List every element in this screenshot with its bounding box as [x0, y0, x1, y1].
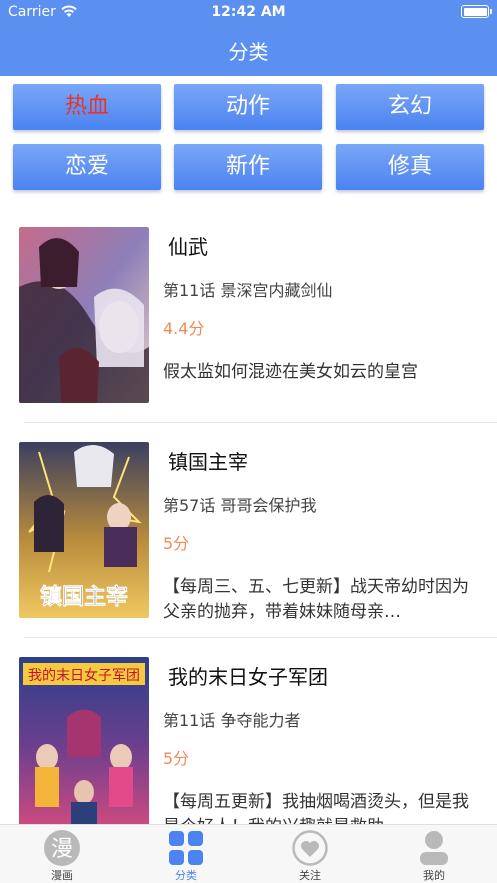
status-time: 12:42 AM: [211, 4, 286, 20]
comic-cover-image[interactable]: [19, 227, 149, 403]
list-divider: [24, 422, 497, 423]
tab-wode[interactable]: 我的: [372, 825, 496, 883]
comic-list-item[interactable]: 镇国主宰 镇国主宰 第57话 哥哥会保护我 5分 【每周三、五、七更新】战天帝幼…: [0, 442, 497, 658]
battery-icon: [461, 5, 492, 18]
tab-fenlei[interactable]: 分类: [124, 825, 248, 883]
category-button-xiuzhen[interactable]: 修真: [336, 144, 484, 190]
comic-list-item[interactable]: 仙武 第11话 景深宫内藏剑仙 4.4分 假太监如何混迹在美女如云的皇宫: [0, 227, 497, 443]
tab-bar: 漫 漫画 分类 关注 我的: [0, 824, 497, 883]
nav-header: Carrier 12:42 AM 分类: [0, 0, 497, 76]
list-divider: [24, 637, 497, 638]
category-button-xinzuo[interactable]: 新作: [174, 144, 322, 190]
comic-title: 镇国主宰: [168, 450, 248, 474]
comic-chapter: 第57话 哥哥会保护我: [163, 496, 317, 515]
heart-icon: [292, 830, 328, 866]
comic-description: 【每周三、五、七更新】战天帝幼时因为父亲的抛弃，带着妹妹随母亲…: [163, 577, 469, 622]
manhua-badge-icon: 漫: [44, 830, 80, 866]
tab-label: 关注: [299, 869, 321, 882]
comic-score: 4.4分: [163, 319, 205, 338]
tab-manhua[interactable]: 漫 漫画: [0, 825, 124, 883]
category-button-lianai[interactable]: 恋爱: [13, 144, 161, 190]
comic-title: 仙武: [168, 235, 208, 259]
tab-label: 分类: [175, 869, 197, 882]
comic-cover-image[interactable]: 我的末日女子军团: [19, 657, 149, 833]
comic-cover-image[interactable]: 镇国主宰: [19, 442, 149, 618]
category-button-dongzuo[interactable]: 动作: [174, 84, 322, 130]
status-bar: Carrier 12:42 AM: [0, 0, 497, 26]
tab-label: 我的: [423, 869, 445, 882]
comic-chapter: 第11话 争夺能力者: [163, 711, 301, 730]
comic-score: 5分: [163, 534, 190, 553]
tab-guanzhu[interactable]: 关注: [248, 825, 372, 883]
person-icon: [420, 831, 448, 865]
comic-chapter: 第11话 景深宫内藏剑仙: [163, 281, 333, 300]
category-button-xuanhuan[interactable]: 玄幻: [336, 84, 484, 130]
svg-text:漫: 漫: [51, 837, 73, 862]
page-title: 分类: [228, 40, 269, 64]
comic-title: 我的末日女子军团: [168, 665, 328, 689]
cover-art-text: 镇国主宰: [40, 585, 128, 610]
cover-art-text: 我的末日女子军团: [28, 667, 140, 684]
tab-label: 漫画: [51, 869, 73, 882]
grid-icon: [169, 831, 203, 865]
comic-description: 假太监如何混迹在美女如云的皇宫: [163, 362, 418, 382]
category-button-rexue[interactable]: 热血: [13, 84, 161, 130]
comic-score: 5分: [163, 749, 190, 768]
